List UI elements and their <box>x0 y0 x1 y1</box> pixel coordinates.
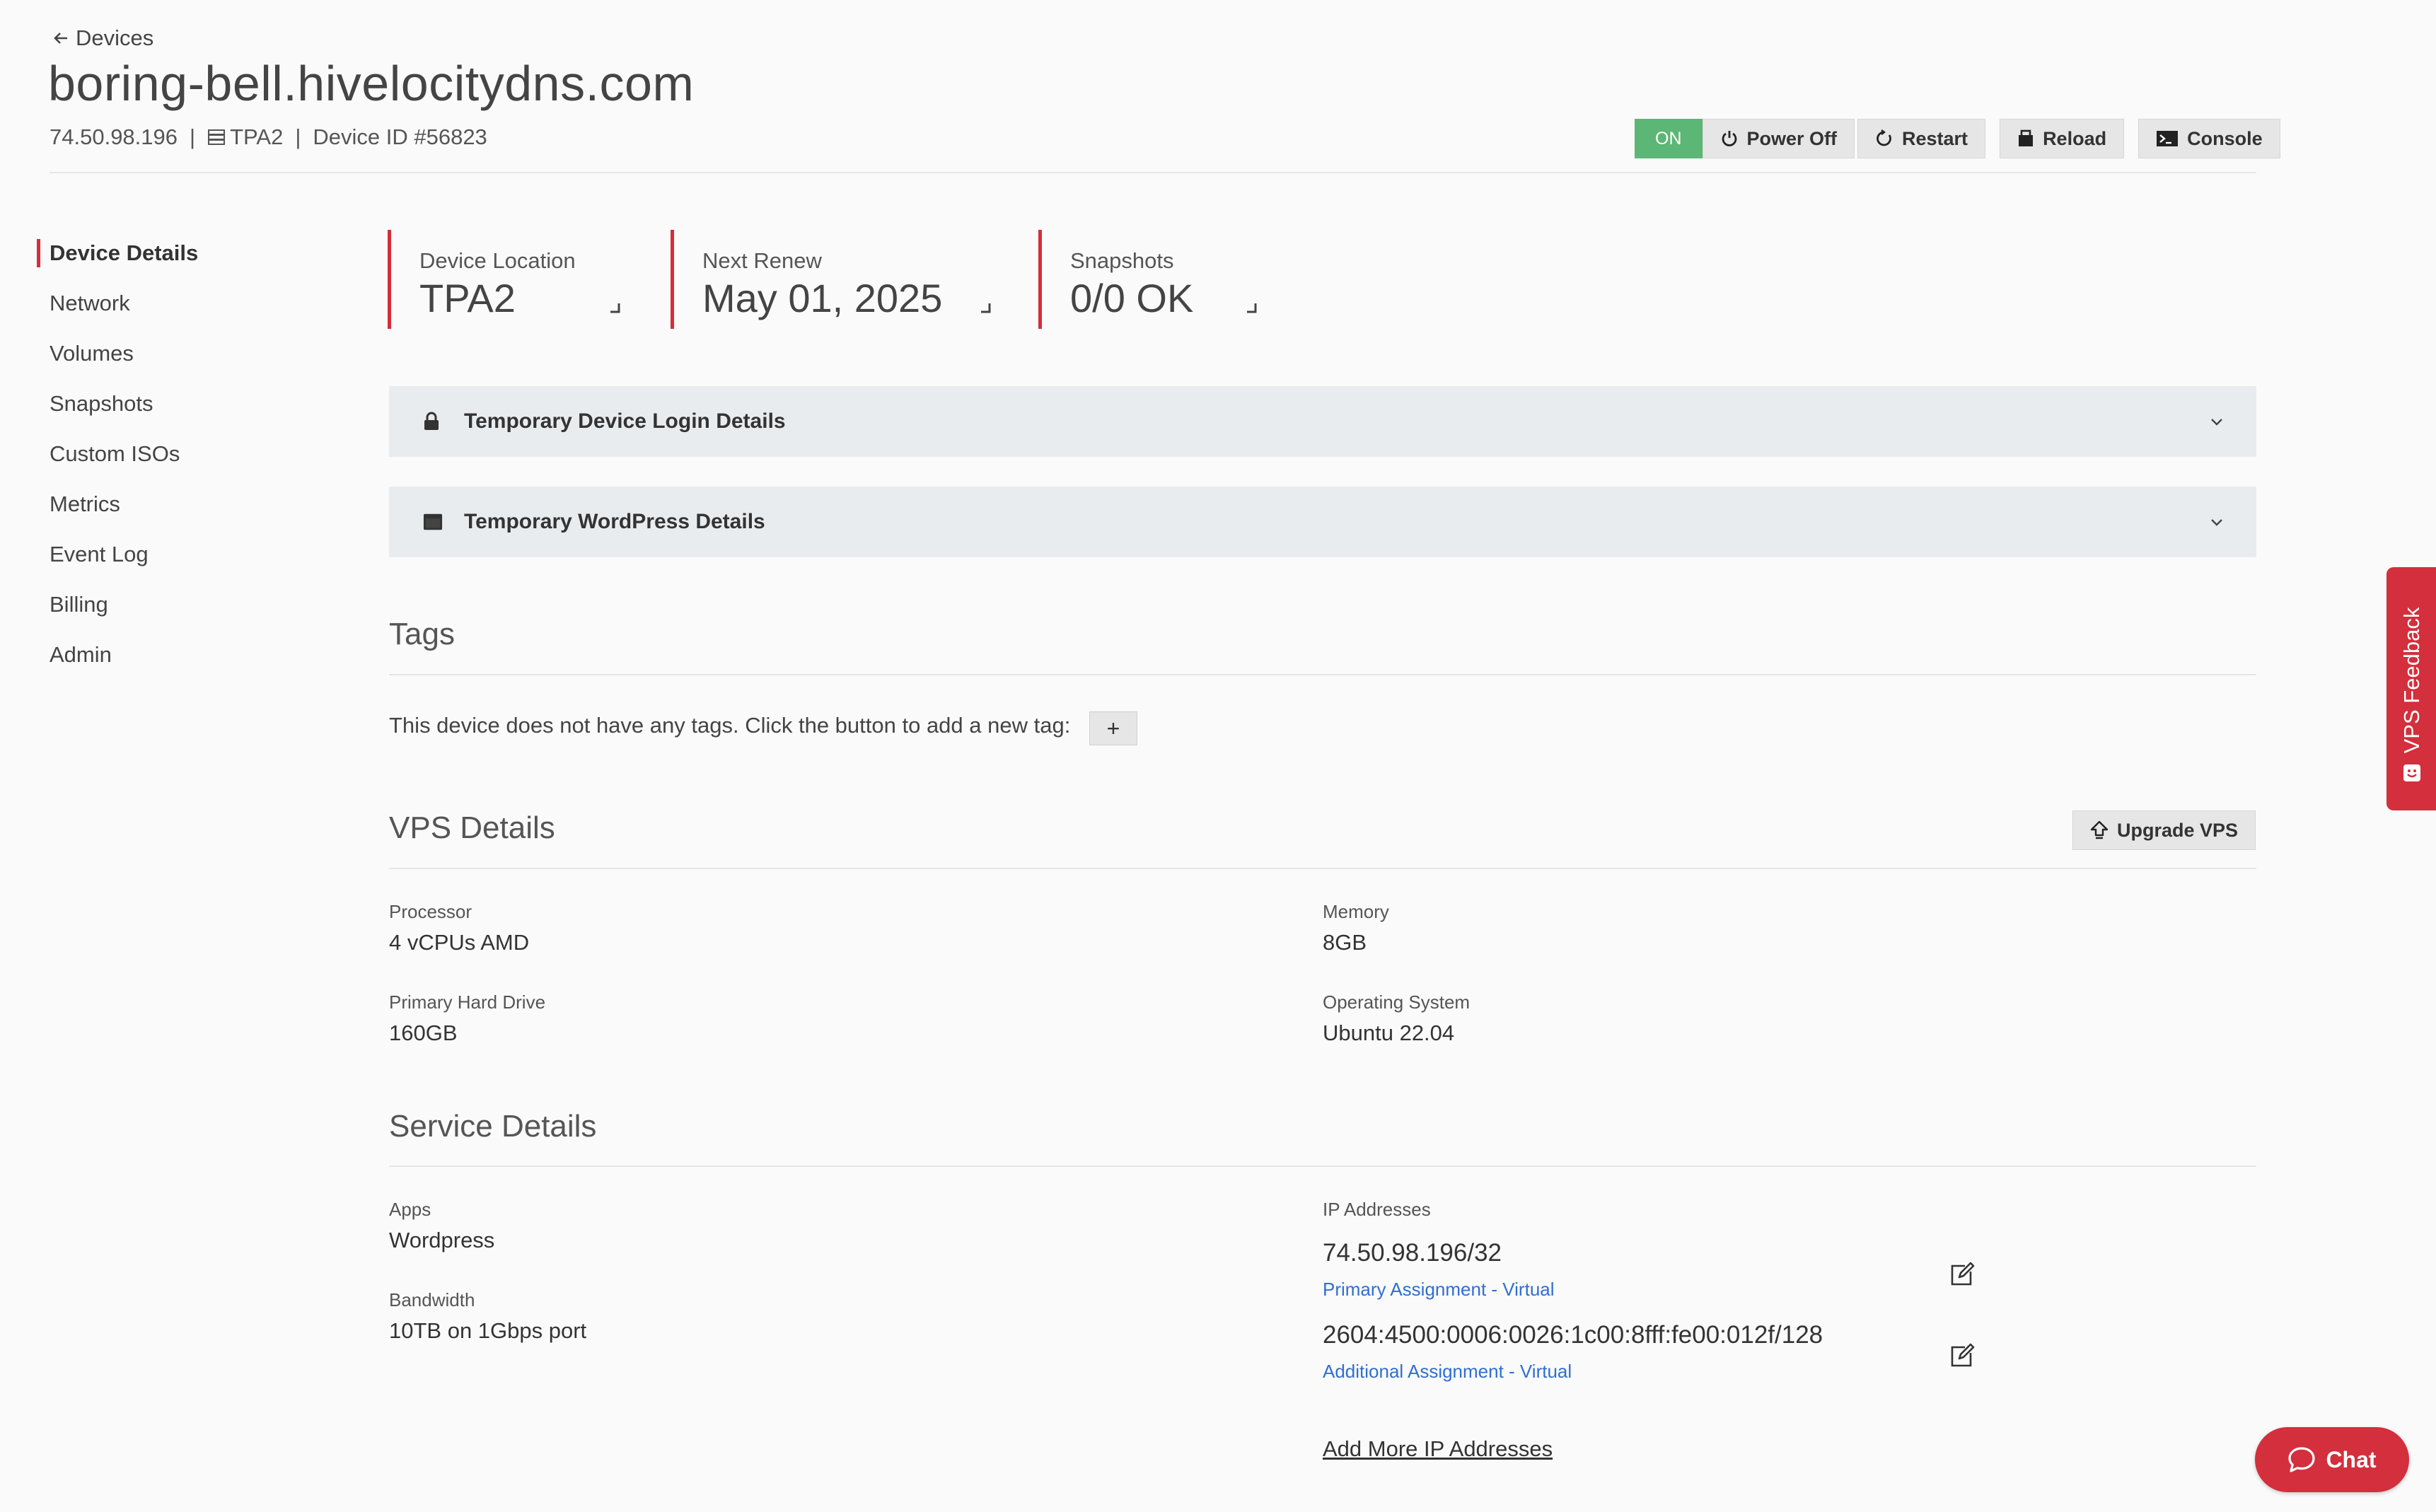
back-link-label: Devices <box>76 25 154 50</box>
hard-drive-value: 160GB <box>389 1020 458 1045</box>
corner-icon <box>978 301 992 315</box>
stat-value: TPA2 <box>419 276 516 320</box>
device-ip: 74.50.98.196 <box>50 124 178 149</box>
ip-assignment-link[interactable]: Additional Assignment - Virtual <box>1323 1361 1572 1383</box>
arrow-left-icon <box>53 31 69 45</box>
stat-value: 0/0 OK <box>1070 276 1194 320</box>
edit-icon[interactable] <box>1949 1343 1975 1368</box>
sidebar-item-device-details[interactable]: Device Details <box>50 240 198 266</box>
stat-label: Next Renew <box>702 248 822 273</box>
power-off-button[interactable]: Power Off <box>1702 119 1855 158</box>
edit-icon[interactable] <box>1949 1262 1975 1287</box>
separator: | <box>190 124 196 149</box>
back-to-devices-link[interactable]: Devices <box>53 25 153 51</box>
sidebar-item-event-log[interactable]: Event Log <box>50 542 149 567</box>
device-location-label: TPA2 <box>230 124 284 149</box>
ip-address: 2604:4500:0006:0026:1c00:8fff:fe00:012f/… <box>1323 1321 1823 1349</box>
sidebar-item-snapshots[interactable]: Snapshots <box>50 391 153 417</box>
corner-icon <box>1244 301 1258 315</box>
section-divider <box>389 1165 2256 1167</box>
accordion-title: Temporary Device Login Details <box>464 409 786 433</box>
service-details-heading: Service Details <box>389 1109 597 1144</box>
restart-button[interactable]: Restart <box>1857 119 1986 158</box>
sidebar-item-metrics[interactable]: Metrics <box>50 492 120 517</box>
sidebar-item-billing[interactable]: Billing <box>50 592 108 617</box>
upgrade-arrow-icon <box>2090 820 2109 840</box>
header-divider <box>50 172 2256 173</box>
accordion-title: Temporary WordPress Details <box>464 510 765 533</box>
power-controls: ON Power Off Restart Reload Console <box>1635 119 2280 158</box>
console-label: Console <box>2187 127 2263 149</box>
ip-address: 74.50.98.196/32 <box>1323 1239 1502 1267</box>
upgrade-vps-label: Upgrade VPS <box>2117 819 2239 841</box>
accordion-wordpress[interactable]: Temporary WordPress Details <box>389 487 2256 557</box>
sidebar-item-admin[interactable]: Admin <box>50 642 112 668</box>
vps-details-heading: VPS Details <box>389 810 555 845</box>
browser-window-icon <box>423 513 443 531</box>
os-label: Operating System <box>1323 991 1471 1013</box>
corner-icon <box>608 301 622 315</box>
sidebar-item-network[interactable]: Network <box>50 291 130 316</box>
terminal-icon <box>2156 129 2179 148</box>
restart-label: Restart <box>1902 127 1968 149</box>
restart-icon <box>1875 129 1893 148</box>
stat-device-location: Device Location TPA2 <box>388 230 622 329</box>
accordion-device-login[interactable]: Temporary Device Login Details <box>389 386 2256 457</box>
separator: | <box>295 124 301 149</box>
reload-label: Reload <box>2043 127 2107 149</box>
chat-button[interactable]: Chat <box>2255 1427 2409 1492</box>
server-icon <box>207 128 226 146</box>
active-indicator <box>37 239 40 267</box>
chevron-down-icon <box>2210 417 2224 426</box>
section-divider <box>389 868 2256 869</box>
feedback-label: VPS Feedback <box>2399 607 2424 754</box>
power-status-label: ON <box>1655 128 1682 149</box>
chevron-down-icon <box>2210 518 2224 526</box>
memory-value: 8GB <box>1323 930 1367 955</box>
hard-drive-label: Primary Hard Drive <box>389 991 546 1013</box>
power-icon <box>1720 129 1739 148</box>
device-meta: 74.50.98.196 | TPA2 | Device ID #56823 <box>50 124 487 150</box>
disk-icon <box>2017 129 2034 148</box>
apps-label: Apps <box>389 1199 431 1220</box>
add-tag-button[interactable]: + <box>1089 711 1137 745</box>
apps-value: Wordpress <box>389 1228 495 1252</box>
os-value: Ubuntu 22.04 <box>1323 1020 1455 1045</box>
processor-value: 4 vCPUs AMD <box>389 930 530 955</box>
smiley-icon <box>2403 764 2421 782</box>
processor-label: Processor <box>389 901 472 922</box>
bandwidth-label: Bandwidth <box>389 1289 475 1310</box>
section-divider <box>389 674 2256 675</box>
stat-label: Device Location <box>419 248 576 273</box>
device-id: Device ID #56823 <box>313 124 487 149</box>
reload-button[interactable]: Reload <box>2000 119 2125 158</box>
power-off-label: Power Off <box>1746 127 1838 149</box>
stat-label: Snapshots <box>1070 248 1174 273</box>
memory-label: Memory <box>1323 901 1389 922</box>
vps-feedback-tab[interactable]: VPS Feedback <box>2386 567 2436 810</box>
upgrade-vps-button[interactable]: Upgrade VPS <box>2072 810 2256 850</box>
lock-icon <box>423 412 443 431</box>
power-status-badge[interactable]: ON <box>1635 119 1703 158</box>
sidebar-item-custom-isos[interactable]: Custom ISOs <box>50 441 180 467</box>
sidebar-item-volumes[interactable]: Volumes <box>50 341 134 366</box>
stat-next-renew: Next Renew May 01, 2025 <box>671 230 992 329</box>
bandwidth-value: 10TB on 1Gbps port <box>389 1318 587 1343</box>
ip-addresses-label: IP Addresses <box>1323 1199 1431 1220</box>
stat-snapshots: Snapshots 0/0 OK <box>1038 230 1258 329</box>
add-more-ip-link[interactable]: Add More IP Addresses <box>1323 1436 1553 1462</box>
stat-value: May 01, 2025 <box>702 276 943 320</box>
tags-heading: Tags <box>389 617 455 651</box>
console-button[interactable]: Console <box>2138 119 2280 158</box>
chat-bubble-icon <box>2287 1446 2316 1473</box>
device-location: TPA2 <box>207 124 283 150</box>
chat-label: Chat <box>2326 1446 2377 1472</box>
tags-empty-text: This device does not have any tags. Clic… <box>389 713 1071 738</box>
page-title: boring-bell.hivelocitydns.com <box>48 56 695 111</box>
ip-assignment-link[interactable]: Primary Assignment - Virtual <box>1323 1279 1555 1301</box>
